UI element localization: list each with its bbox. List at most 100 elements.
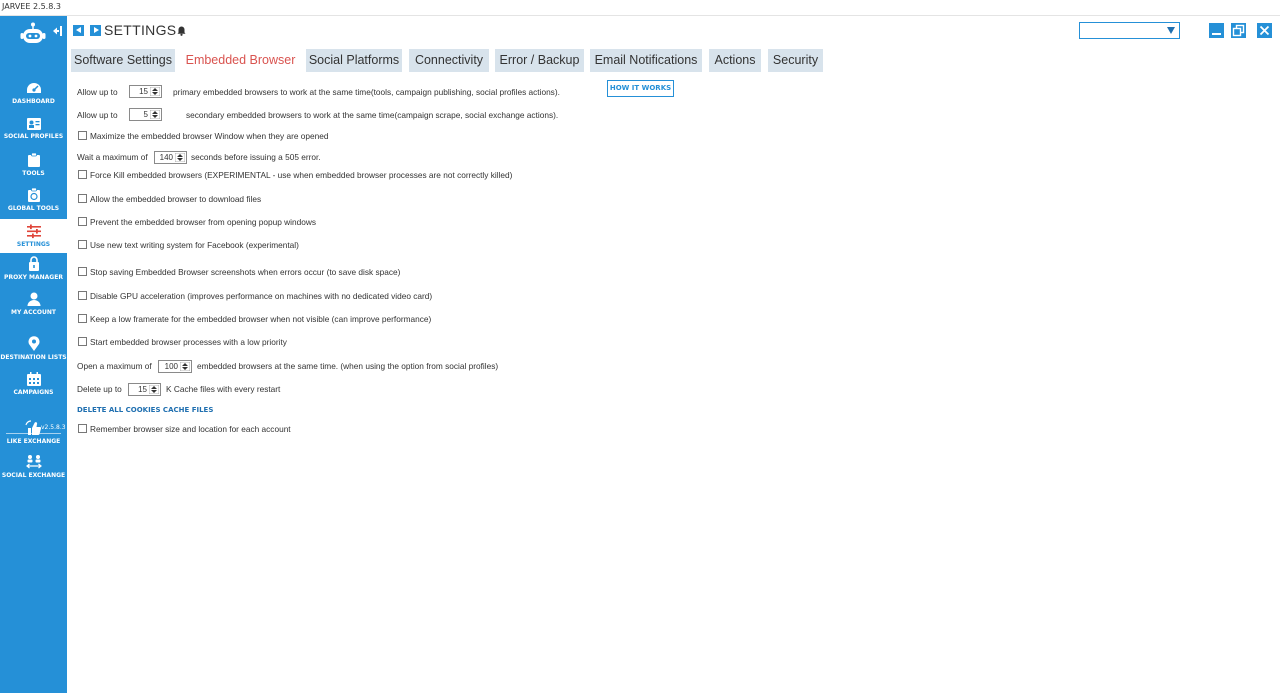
global-tools-icon xyxy=(27,187,40,202)
stepper-arrows-icon[interactable] xyxy=(175,153,185,162)
like-exchange-icon xyxy=(24,420,41,436)
minimize-button[interactable] xyxy=(1209,23,1224,38)
low-framerate-checkbox[interactable] xyxy=(78,314,87,323)
new-text-writing-checkbox[interactable] xyxy=(78,240,87,249)
chevron-down-icon xyxy=(1167,27,1175,34)
sidebar-item-social-profiles[interactable]: SOCIAL PROFILES xyxy=(0,117,67,151)
tools-icon xyxy=(27,152,40,167)
disable-gpu-label: Disable GPU acceleration (improves perfo… xyxy=(90,291,433,301)
tab-security[interactable]: Security xyxy=(768,49,823,72)
app-title: JARVEE 2.5.8.3 xyxy=(2,2,61,11)
window-title-bar: JARVEE 2.5.8.3 xyxy=(0,0,1280,16)
embedded-browser-settings-panel: Allow up to 15 primary embedded browsers… xyxy=(67,72,1280,693)
tab-software-settings[interactable]: Software Settings xyxy=(71,49,175,72)
tab-social-platforms[interactable]: Social Platforms xyxy=(306,49,402,72)
social-exchange-icon xyxy=(25,455,42,469)
delete-cache-stepper[interactable]: 15 xyxy=(128,383,161,396)
back-arrow-icon[interactable] xyxy=(73,25,84,36)
low-framerate-label: Keep a low framerate for the embedded br… xyxy=(90,314,432,324)
stepper-value: 140 xyxy=(159,153,173,162)
sidebar-item-label: SETTINGS xyxy=(16,241,51,248)
prevent-popup-checkbox[interactable] xyxy=(78,217,87,226)
sidebar-item-label: LIKE EXCHANGE xyxy=(6,438,61,445)
forward-arrow-icon[interactable] xyxy=(90,25,101,36)
stepper-arrows-icon[interactable] xyxy=(150,87,160,96)
sidebar-item-like-exchange[interactable]: LIKE EXCHANGE xyxy=(0,420,67,454)
tab-connectivity[interactable]: Connectivity xyxy=(409,49,489,72)
stepper-arrows-icon[interactable] xyxy=(150,110,160,119)
tab-email-notifications[interactable]: Email Notifications xyxy=(590,49,702,72)
collapse-sidebar-icon[interactable] xyxy=(52,25,64,37)
sidebar-item-social-exchange[interactable]: SOCIAL EXCHANGE xyxy=(0,454,67,488)
sidebar-item-my-account[interactable]: MY ACCOUNT xyxy=(0,291,67,325)
stepper-value: 15 xyxy=(139,87,148,96)
stepper-arrows-icon[interactable] xyxy=(149,385,159,394)
sidebar-item-label: MY ACCOUNT xyxy=(11,309,56,316)
sidebar-item-label: DESTINATION LISTS xyxy=(0,354,67,361)
delete-cache-prefix-label: Delete up to xyxy=(77,384,122,394)
sidebar-item-label: CAMPAIGNS xyxy=(13,389,54,396)
stepper-value: 100 xyxy=(164,362,178,371)
primary-browsers-stepper[interactable]: 15 xyxy=(129,85,162,98)
sidebar-item-label: PROXY MANAGER xyxy=(4,274,63,281)
remember-size-checkbox[interactable] xyxy=(78,424,87,433)
sidebar-item-label: TOOLS xyxy=(22,170,45,177)
disable-gpu-checkbox[interactable] xyxy=(78,291,87,300)
sidebar-item-tools[interactable]: TOOLS xyxy=(0,152,67,186)
sidebar-item-label: GLOBAL TOOLS xyxy=(7,205,60,212)
sidebar-item-settings[interactable]: SETTINGS xyxy=(0,219,67,253)
social-profiles-icon xyxy=(26,118,41,130)
bell-icon[interactable] xyxy=(177,26,186,36)
stepper-arrows-icon[interactable] xyxy=(180,362,190,371)
proxy-manager-icon xyxy=(28,256,39,271)
wait-suffix-label: seconds before issuing a 505 error. xyxy=(191,152,321,162)
force-kill-checkbox[interactable] xyxy=(78,170,87,179)
open-max-stepper[interactable]: 100 xyxy=(158,360,192,373)
stop-screenshots-label: Stop saving Embedded Browser screenshots… xyxy=(90,267,401,277)
tab-embedded-browser[interactable]: Embedded Browser xyxy=(181,49,300,72)
force-kill-label: Force Kill embedded browsers (EXPERIMENT… xyxy=(90,170,513,180)
stop-screenshots-checkbox[interactable] xyxy=(78,267,87,276)
open-max-suffix-label: embedded browsers at the same time. (whe… xyxy=(197,361,499,371)
secondary-suffix-label: secondary embedded browsers to work at t… xyxy=(186,110,559,120)
delete-cookies-link[interactable]: DELETE ALL COOKIES CACHE FILES xyxy=(77,406,213,414)
minimize-icon xyxy=(1212,33,1221,35)
jarvee-robot-logo-icon xyxy=(20,22,46,43)
low-priority-label: Start embedded browser processes with a … xyxy=(90,337,287,347)
sidebar-item-label: SOCIAL PROFILES xyxy=(3,133,64,140)
sidebar-item-campaigns[interactable]: CAMPAIGNS xyxy=(0,371,67,405)
settings-sliders-icon xyxy=(26,224,41,239)
open-max-prefix-label: Open a maximum of xyxy=(77,361,152,371)
wait-seconds-stepper[interactable]: 140 xyxy=(154,151,187,164)
page-title: SETTINGS xyxy=(104,22,177,38)
stepper-value: 15 xyxy=(138,385,147,394)
tab-error-backup[interactable]: Error / Backup xyxy=(495,49,584,72)
sidebar-item-label: SOCIAL EXCHANGE xyxy=(1,472,66,479)
restore-button[interactable] xyxy=(1231,23,1246,38)
location-pin-icon xyxy=(28,336,39,351)
header-dropdown[interactable] xyxy=(1079,22,1180,39)
maximize-window-label: Maximize the embedded browser Window whe… xyxy=(90,131,329,141)
secondary-prefix-label: Allow up to xyxy=(77,110,118,120)
allow-download-checkbox[interactable] xyxy=(78,194,87,203)
restore-icon xyxy=(1232,24,1245,37)
secondary-browsers-stepper[interactable]: 5 xyxy=(129,108,162,121)
sidebar-item-proxy-manager[interactable]: PROXY MANAGER xyxy=(0,256,67,290)
sidebar-item-label: DASHBOARD xyxy=(12,98,55,105)
stepper-value: 5 xyxy=(143,110,148,119)
maximize-window-checkbox[interactable] xyxy=(78,131,87,140)
dashboard-icon xyxy=(26,83,41,93)
sidebar-item-dashboard[interactable]: DASHBOARD xyxy=(0,82,67,116)
sidebar-item-destination-lists[interactable]: DESTINATION LISTS xyxy=(0,336,67,370)
sidebar-item-global-tools[interactable]: GLOBAL TOOLS xyxy=(0,187,67,221)
remember-size-label: Remember browser size and location for e… xyxy=(90,424,291,434)
calendar-icon xyxy=(26,372,41,386)
wait-prefix-label: Wait a maximum of xyxy=(77,152,148,162)
close-button[interactable] xyxy=(1257,23,1272,38)
how-it-works-button[interactable]: HOW IT WORKS xyxy=(607,80,674,97)
user-icon xyxy=(27,292,40,306)
allow-download-label: Allow the embedded browser to download f… xyxy=(90,194,262,204)
prevent-popup-label: Prevent the embedded browser from openin… xyxy=(90,217,316,227)
tab-actions[interactable]: Actions xyxy=(709,49,761,72)
low-priority-checkbox[interactable] xyxy=(78,337,87,346)
